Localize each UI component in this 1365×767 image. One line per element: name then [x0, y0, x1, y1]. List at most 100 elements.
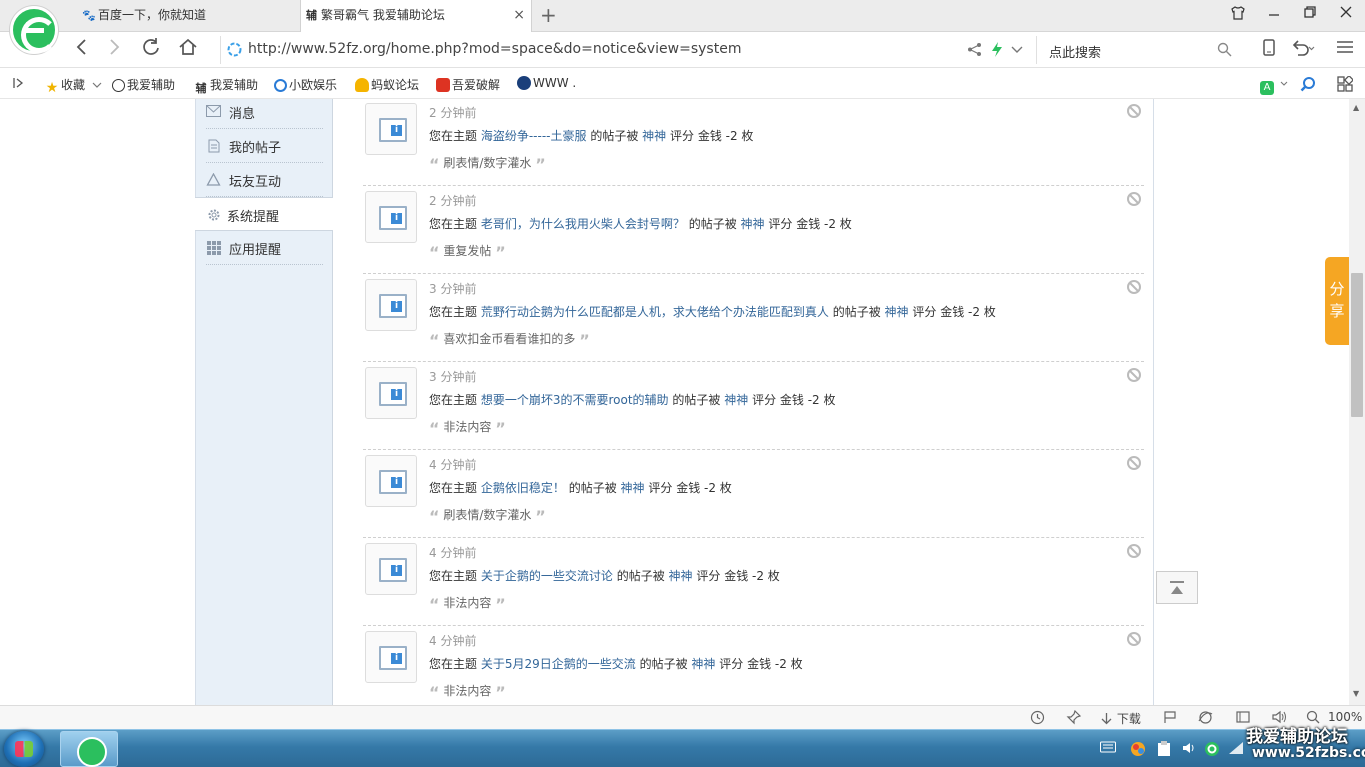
tab-baidu[interactable]: 🐾 百度一下，你就知道 — [78, 0, 300, 32]
windows-start-icon[interactable] — [4, 731, 44, 767]
magnifier-icon[interactable] — [1300, 76, 1316, 95]
envelope-icon — [206, 105, 221, 118]
address-bar[interactable]: http://www.52fz.org/home.php?mod=space&d… — [220, 36, 1028, 64]
search-box[interactable]: 点此搜索 — [1036, 36, 1240, 64]
back-button[interactable] — [68, 37, 94, 62]
sidebar-item-messages[interactable]: 消息 — [206, 95, 323, 129]
sidebar-toggle-icon[interactable] — [12, 76, 24, 93]
extensions-icon[interactable] — [1337, 74, 1355, 95]
scroll-up-icon[interactable]: ▲ — [1353, 103, 1359, 112]
bookmark-xiaoou[interactable]: 小欧娱乐 — [274, 76, 337, 93]
close-window-button[interactable] — [1334, 5, 1358, 23]
notice-user-link[interactable]: 神神 — [724, 393, 748, 407]
notice-user-link[interactable]: 神神 — [669, 569, 693, 583]
notice-topic-link[interactable]: 海盗纷争-----土豪服 — [481, 129, 587, 143]
ignore-notice-icon[interactable] — [1127, 456, 1141, 470]
notice-topic-link[interactable]: 荒野行动企鹅为什么匹配都是人机，求大佬给个办法能匹配到真人 — [481, 305, 829, 319]
lightning-icon[interactable] — [991, 42, 1003, 60]
sidebar-item-app-notice[interactable]: 应用提醒 — [206, 231, 323, 265]
chevron-down-icon[interactable] — [1011, 44, 1023, 58]
notice-item: 4 分钟前您在主题 关于5月29日企鹅的一些交流 的帖子被 神神 评分 金钱 -… — [363, 626, 1144, 714]
share-button[interactable]: 分享 — [1325, 257, 1349, 345]
52pojie-icon — [436, 78, 450, 92]
notice-reason: “ 非法内容 ” — [429, 419, 506, 438]
speaker-icon[interactable] — [1182, 741, 1198, 759]
taskbar-browser-app[interactable] — [60, 731, 118, 767]
notice-text: 您在主题 荒野行动企鹅为什么匹配都是人机，求大佬给个办法能匹配到真人 的帖子被 … — [429, 305, 996, 319]
color-ball-icon[interactable] — [1130, 741, 1146, 761]
close-quote-icon: ” — [495, 683, 506, 702]
notice-user-link[interactable]: 神神 — [642, 129, 666, 143]
close-quote-icon: ” — [535, 155, 546, 174]
browser-ie-icon[interactable] — [1198, 710, 1213, 728]
tab-close-icon[interactable]: × — [513, 0, 525, 31]
mobile-icon[interactable] — [1256, 37, 1282, 62]
bookmark-favorites[interactable]: ★ 收藏 — [45, 76, 102, 95]
flag-icon[interactable] — [1163, 710, 1177, 727]
translate-icon[interactable]: A — [1260, 76, 1288, 95]
notice-topic-link[interactable]: 想要一个崩坏3的不需要root的辅助 — [481, 393, 669, 407]
sidebar-item-my-posts[interactable]: 我的帖子 — [206, 129, 323, 163]
clipboard-icon[interactable] — [1157, 741, 1171, 761]
open-quote-icon: “ — [429, 507, 440, 526]
notice-topic-link[interactable]: 关于企鹅的一些交流讨论 — [481, 569, 613, 583]
fu-icon: 辅 — [306, 9, 317, 22]
ignore-notice-icon[interactable] — [1127, 632, 1141, 646]
download-button[interactable]: 下载 — [1100, 710, 1141, 727]
tab-52fz[interactable]: 辅 繁哥霸气 我爱辅助论坛 × — [300, 0, 532, 33]
bookmark-www[interactable]: WWW . — [517, 76, 576, 90]
back-to-top-button[interactable] — [1156, 571, 1198, 604]
ignore-notice-icon[interactable] — [1127, 104, 1141, 118]
url-text[interactable]: http://www.52fz.org/home.php?mod=space&d… — [248, 41, 741, 57]
history-icon[interactable] — [1030, 710, 1045, 728]
circle-q-icon — [274, 79, 287, 92]
pin-icon[interactable] — [1066, 709, 1082, 728]
tray-browser-icon[interactable] — [1204, 741, 1220, 761]
system-notice-icon — [365, 103, 417, 155]
bookmark-52fz-1[interactable]: 我爱辅助 — [112, 76, 175, 93]
minimize-button[interactable] — [1262, 5, 1286, 23]
search-icon[interactable] — [1217, 42, 1232, 61]
ignore-notice-icon[interactable] — [1127, 368, 1141, 382]
vertical-scrollbar[interactable]: ▲ ▼ — [1349, 99, 1365, 705]
home-button[interactable] — [175, 37, 201, 62]
menu-icon[interactable] — [1332, 37, 1358, 62]
sidebar-item-interaction[interactable]: 坛友互动 — [206, 163, 323, 197]
keyboard-icon[interactable] — [1100, 741, 1116, 757]
ignore-notice-icon[interactable] — [1127, 544, 1141, 558]
notice-topic-link[interactable]: 关于5月29日企鹅的一些交流 — [481, 657, 636, 671]
notice-time: 2 分钟前 — [429, 194, 477, 208]
bookmark-52fz-2[interactable]: 辅我爱辅助 — [194, 76, 259, 96]
notice-user-link[interactable]: 神神 — [621, 481, 645, 495]
bookmark-52pojie[interactable]: 吾爱破解 — [436, 76, 500, 93]
system-notice-icon — [365, 367, 417, 419]
new-tab-button[interactable]: + — [540, 4, 557, 26]
sidebar-item-system-notice[interactable]: 系统提醒 — [195, 197, 333, 231]
browser-logo-icon[interactable] — [10, 6, 58, 54]
notice-topic-link[interactable]: 企鹅依旧稳定！ — [481, 481, 565, 495]
share-page-icon[interactable] — [967, 42, 982, 60]
fu-icon: 辅 — [195, 82, 207, 95]
notice-item: 4 分钟前您在主题 企鹅依旧稳定！ 的帖子被 神神 评分 金钱 -2 枚 “ 刷表… — [363, 450, 1144, 538]
shirt-icon[interactable] — [1226, 5, 1250, 25]
notice-user-link[interactable]: 神神 — [691, 657, 715, 671]
network-icon[interactable] — [1228, 741, 1244, 759]
notice-item: 3 分钟前您在主题 荒野行动企鹅为什么匹配都是人机，求大佬给个办法能匹配到真人 … — [363, 274, 1144, 362]
notice-user-link[interactable]: 神神 — [741, 217, 765, 231]
bookmark-mayi[interactable]: 蚂蚁论坛 — [355, 76, 419, 93]
restore-button[interactable] — [1298, 5, 1322, 23]
ignore-notice-icon[interactable] — [1127, 192, 1141, 206]
open-quote-icon: “ — [429, 595, 440, 614]
watermark-title: 我爱辅助论坛 — [1246, 727, 1348, 747]
undo-icon[interactable] — [1290, 37, 1316, 62]
notice-sidebar: 消息 我的帖子 坛友互动 系统提醒 应用提醒 — [195, 99, 333, 705]
ignore-notice-icon[interactable] — [1127, 280, 1141, 294]
scroll-thumb[interactable] — [1351, 273, 1363, 417]
notice-time: 3 分钟前 — [429, 282, 477, 296]
scroll-down-icon[interactable]: ▼ — [1353, 689, 1359, 698]
notice-user-link[interactable]: 神神 — [885, 305, 909, 319]
refresh-button[interactable] — [138, 37, 164, 62]
forward-button[interactable] — [102, 37, 128, 62]
ant-icon — [355, 78, 369, 92]
notice-topic-link[interactable]: 老哥们，为什么我用火柴人会封号啊？ — [481, 217, 685, 231]
